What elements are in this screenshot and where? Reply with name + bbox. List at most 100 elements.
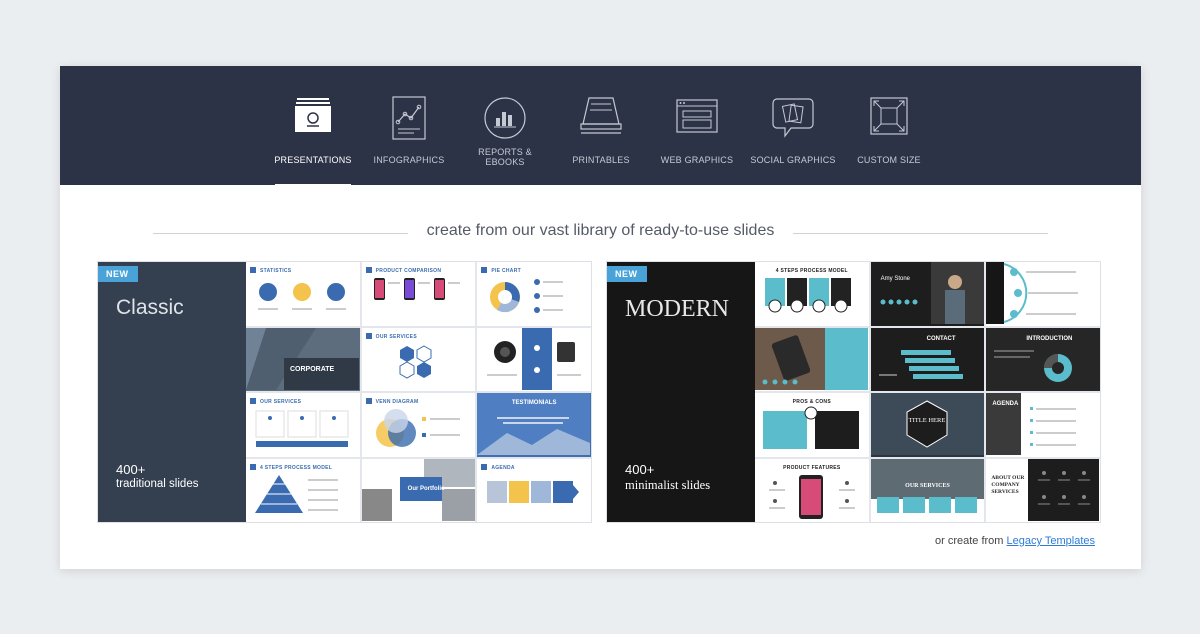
slide-thumbnail[interactable]: ABOUT OUR COMPANY SERVICES (986, 458, 1100, 522)
slide-thumbnail[interactable]: AGENDA (986, 393, 1100, 457)
template-name: MODERN (625, 296, 730, 322)
slide-thumbnail[interactable]: OUR SERVICES (246, 393, 360, 457)
slide-thumbnail[interactable]: Our Portfolio (361, 458, 476, 522)
slide-thumbnail[interactable]: Amy Stone (870, 262, 985, 326)
slide-thumbnail[interactable]: OUR SERVICES (361, 327, 476, 391)
headline-text: create from our vast library of ready-to… (414, 222, 787, 239)
thumb-title: OUR SERVICES (905, 482, 950, 489)
modern-template-tile[interactable]: MODERN 400+ minimalist slides 4 STEPS PR… (607, 262, 1100, 522)
tab-label: PRESENTATIONS (274, 155, 352, 165)
thumb-title: AGENDA (491, 464, 515, 471)
tab-label: WEB GRAPHICS (660, 155, 734, 165)
thumb-title: PROS & CONS (792, 399, 831, 405)
hexagon-title-graphic (870, 393, 984, 455)
thumb-title: CONTACT (926, 335, 956, 342)
thumb-title: 4 STEPS PROCESS MODEL (260, 464, 333, 471)
title-marker (481, 267, 488, 273)
slide-thumbnail[interactable]: OUR SERVICES (870, 458, 985, 522)
slide-count-label: minimalist slides (625, 478, 711, 492)
template-name: Classic (116, 296, 184, 319)
slide-thumbnail[interactable]: CORPORATE (246, 327, 360, 391)
tab-web-graphics[interactable]: WEB GRAPHICS (651, 66, 743, 185)
thumb-title: PRODUCT FEATURES (783, 464, 841, 471)
title-marker (481, 463, 488, 470)
thumb-title: PIE CHART (491, 268, 521, 274)
new-badge: NEW (607, 266, 647, 282)
tab-label: INFOGRAPHICS (373, 155, 445, 165)
modern-thumbnail-grid: 4 STEPS PROCESS MODEL Amy Stone CONTACT … (755, 262, 1100, 522)
title-marker (365, 398, 372, 404)
slide-thumbnail[interactable] (477, 327, 591, 391)
tab-infographics[interactable]: INFOGRAPHICS (363, 66, 455, 185)
speech-bubble-icon (772, 98, 814, 138)
building-photo (246, 327, 359, 390)
modern-side-panel: MODERN 400+ minimalist slides (607, 262, 755, 522)
tab-printables[interactable]: PRINTABLES (555, 66, 647, 185)
title-marker (250, 463, 256, 470)
thumb-title: INTRODUCTION (1026, 335, 1073, 342)
thumb-title: 4 STEPS PROCESS MODEL (775, 268, 848, 274)
legacy-templates-footer: or create from Legacy Templates (935, 535, 1095, 547)
tab-presentations[interactable]: PRESENTATIONS (267, 66, 359, 188)
slide-count: 400+ (625, 462, 655, 477)
thumb-title: ABOUT OUR COMPANY SERVICES (991, 474, 1025, 495)
slide-thumbnail[interactable]: VENN DIAGRAM (361, 393, 476, 457)
phone-hands-photo (755, 327, 868, 390)
slide-thumbnail[interactable]: STATISTICS (246, 262, 360, 326)
divider-right (793, 233, 1048, 234)
report-chart-icon (484, 97, 526, 139)
camera-photo (487, 327, 582, 390)
title-marker (250, 267, 256, 273)
format-tabs-bar: PRESENTATIONS INFOGRAPHICS REPORTS & EBO… (60, 66, 1141, 188)
thumb-title: Our Portfolio (407, 485, 445, 492)
slide-count: 400+ (116, 462, 146, 477)
title-marker (365, 267, 372, 273)
thumb-title: STATISTICS (260, 268, 292, 274)
tab-reports-ebooks[interactable]: REPORTS & EBOOKS (459, 66, 551, 185)
slide-thumbnail[interactable]: 4 STEPS PROCESS MODEL (246, 458, 360, 522)
divider-left (153, 233, 408, 234)
active-tab-indicator (275, 184, 351, 188)
slide-thumbnail[interactable]: CONTACT (870, 327, 985, 391)
tab-label: PRINTABLES (572, 155, 630, 165)
services-photo (870, 458, 984, 513)
thumb-title: TESTIMONIALS (511, 400, 557, 406)
slide-thumbnail[interactable]: 4 STEPS PROCESS MODEL (755, 262, 869, 326)
slide-thumbnail[interactable]: TESTIMONIALS (477, 393, 591, 457)
infographic-icon (392, 96, 426, 140)
thumb-title: OUR SERVICES (260, 399, 302, 405)
classic-template-tile[interactable]: Classic 400+ traditional slides STATISTI… (98, 262, 591, 522)
thumb-title: OUR SERVICES (375, 333, 417, 340)
slide-thumbnail[interactable]: PIE CHART (477, 262, 591, 326)
template-chooser-card: PRESENTATIONS INFOGRAPHICS REPORTS & EBO… (60, 66, 1141, 569)
tab-custom-size[interactable]: CUSTOM SIZE (843, 66, 935, 185)
slide-thumbnail[interactable]: TITLE HERE (870, 393, 985, 457)
slide-thumbnail[interactable]: PRODUCT COMPARISON (361, 262, 476, 326)
thumb-title: TITLE HERE (908, 417, 946, 424)
slide-thumbnail[interactable]: PRODUCT FEATURES (755, 458, 869, 522)
slide-thumbnail[interactable]: AGENDA (477, 458, 591, 522)
section-headline: create from our vast library of ready-to… (60, 222, 1141, 240)
legacy-templates-link[interactable]: Legacy Templates (1007, 535, 1095, 547)
classic-thumbnail-grid: STATISTICS PRODUCT COMPARISON PIE CHART … (246, 262, 591, 522)
process-arc-graphic (986, 262, 1079, 324)
tab-social-graphics[interactable]: SOCIAL GRAPHICS (747, 66, 839, 185)
expand-arrows-icon (870, 97, 908, 135)
title-marker (365, 332, 372, 339)
profile-photo (880, 262, 984, 324)
tab-label: SOCIAL GRAPHICS (750, 155, 836, 165)
classic-side-panel: Classic 400+ traditional slides (98, 262, 246, 522)
slide-thumbnail[interactable]: PROS & CONS (755, 393, 869, 457)
slide-thumbnail[interactable]: INTRODUCTION (986, 327, 1100, 391)
thumb-title: Amy Stone (880, 276, 911, 282)
legacy-prefix: or create from (935, 535, 1007, 547)
thumb-title: VENN DIAGRAM (375, 399, 419, 405)
title-marker (250, 398, 256, 404)
tab-label: REPORTS & EBOOKS (478, 147, 532, 167)
slide-count-label: traditional slides (116, 478, 199, 490)
thumb-title: AGENDA (992, 401, 1019, 407)
slide-thumbnail[interactable] (986, 262, 1100, 326)
slide-thumbnail[interactable] (755, 327, 869, 391)
tab-label: CUSTOM SIZE (857, 155, 921, 165)
new-badge: NEW (98, 266, 138, 282)
